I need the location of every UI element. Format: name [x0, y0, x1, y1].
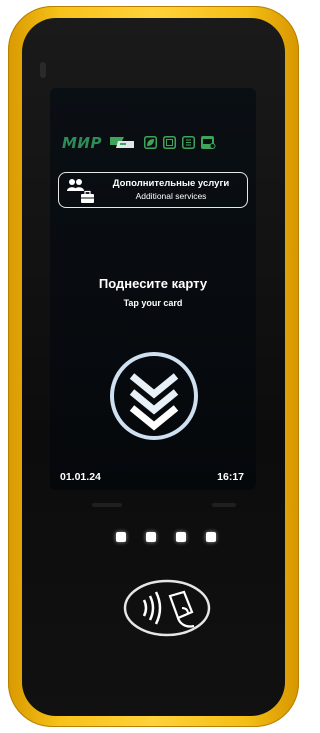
additional-services-button[interactable]: Дополнительные услуги Additional service… [58, 172, 248, 208]
tap-card-title: Поднесите карту [98, 276, 208, 291]
services-label-ru: Дополнительные услуги [112, 178, 230, 189]
payment-terminal: МИР Дополнительные услуги Additional ser… [8, 6, 299, 727]
tap-card-subtitle: Tap your card [123, 298, 183, 308]
indicator-light [206, 532, 216, 542]
mir-logo: МИР [62, 134, 102, 152]
briefcase-icon [81, 190, 94, 203]
bank-card-icon [108, 134, 138, 153]
services-label: Дополнительные услуги Additional service… [101, 178, 241, 202]
people-icon [67, 179, 84, 191]
terminal-front-panel: МИР Дополнительные услуги Additional ser… [22, 18, 285, 716]
contactless-nfc-icon[interactable] [122, 578, 212, 638]
status-date: 01.01.24 [60, 471, 101, 483]
leaf-icon [143, 134, 157, 153]
services-label-en: Additional services [135, 191, 207, 201]
speaker-grille [62, 494, 242, 507]
payment-brand-row: МИР [62, 132, 216, 154]
indicator-light [116, 532, 126, 542]
cash-icon [200, 134, 216, 153]
indicator-light [146, 532, 156, 542]
indicator-light [176, 532, 186, 542]
services-icon-group [65, 177, 95, 205]
chevron-down-icon [108, 350, 200, 442]
top-slot [40, 62, 46, 78]
receipt-icon [181, 134, 195, 153]
media-icon [162, 134, 176, 153]
indicator-lights [116, 532, 216, 544]
terminal-screen: МИР Дополнительные услуги Additional ser… [50, 88, 256, 490]
status-time: 16:17 [217, 471, 244, 483]
